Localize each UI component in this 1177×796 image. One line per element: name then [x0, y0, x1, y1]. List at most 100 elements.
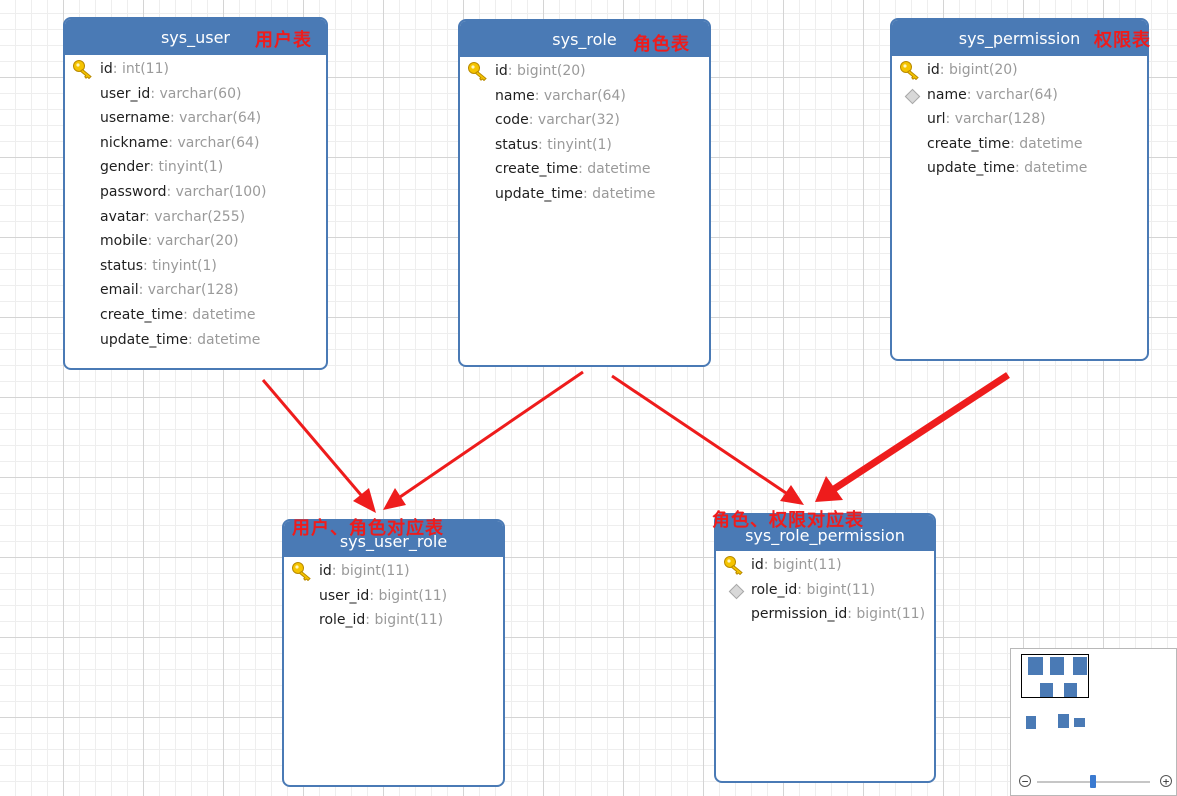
field-row[interactable]: gender: tinyint(1)	[65, 155, 326, 180]
field-name: id	[751, 557, 764, 573]
index-diamond-icon	[904, 88, 921, 104]
field-type: : bigint(11)	[365, 612, 444, 629]
field-name: name	[927, 86, 967, 103]
field-row[interactable]: user_id: bigint(11)	[284, 584, 503, 609]
key-icon	[291, 561, 313, 582]
field-row[interactable]: id: bigint(20)	[460, 59, 709, 84]
field-row[interactable]: id: bigint(11)	[284, 559, 503, 584]
field-name: create_time	[927, 135, 1011, 152]
field-type: : varchar(32)	[528, 112, 620, 129]
field-row[interactable]: user_id: varchar(60)	[65, 82, 326, 107]
zoom-control: − +	[1011, 773, 1176, 791]
field-row[interactable]: create_time: datetime	[65, 303, 326, 328]
field-row[interactable]: permission_id: bigint(11)	[716, 602, 934, 627]
field-name: user_id	[100, 85, 151, 102]
field-name: permission_id	[751, 606, 848, 623]
field-name: role_id	[319, 612, 366, 629]
table-sys-user[interactable]: sys_user id: int(11) user_id: varchar(60)…	[63, 17, 328, 370]
field-type: : varchar(64)	[966, 86, 1058, 103]
minimap-block	[1074, 718, 1085, 727]
field-type: : bigint(20)	[939, 62, 1018, 78]
field-row[interactable]: name: varchar(64)	[460, 84, 709, 109]
field-type: : datetime	[1010, 135, 1083, 152]
field-name: id	[927, 62, 940, 78]
field-row[interactable]: status: tinyint(1)	[65, 254, 326, 279]
annotation-sys-role-permission: 角色、权限对应表	[712, 510, 864, 531]
field-type: : varchar(20)	[147, 233, 239, 250]
field-type: : tinyint(1)	[149, 159, 224, 176]
field-row[interactable]: update_time: datetime	[892, 156, 1147, 181]
field-type: : varchar(128)	[945, 111, 1046, 128]
field-name: mobile	[100, 233, 148, 250]
field-type: : datetime	[183, 306, 256, 323]
field-type: : tinyint(1)	[538, 136, 612, 153]
field-list: id: bigint(11) user_id: bigint(11) role_id…	[284, 557, 503, 633]
field-name: code	[495, 112, 529, 129]
field-row[interactable]: id: bigint(20)	[892, 58, 1147, 83]
field-row[interactable]: password: varchar(100)	[65, 180, 326, 205]
field-row[interactable]: code: varchar(32)	[460, 108, 709, 133]
field-name: update_time	[100, 331, 188, 348]
outline-minimap[interactable]: − +	[1010, 648, 1177, 796]
field-name: avatar	[100, 208, 146, 225]
field-name: email	[100, 282, 139, 299]
field-name: id	[495, 63, 508, 79]
field-row[interactable]: mobile: varchar(20)	[65, 229, 326, 254]
field-type: : varchar(128)	[138, 282, 239, 299]
index-diamond-icon	[728, 583, 745, 599]
field-row[interactable]: id: int(11)	[65, 57, 326, 82]
field-type: : bigint(11)	[331, 563, 410, 579]
field-row[interactable]: role_id: bigint(11)	[284, 608, 503, 633]
annotation-sys-permission: 权限表	[1094, 30, 1151, 51]
field-type: : datetime	[582, 185, 656, 202]
minimap-block	[1058, 714, 1069, 728]
table-sys-role[interactable]: sys_role id: bigint(20) name: varchar(64)…	[458, 19, 711, 367]
zoom-out-button[interactable]: −	[1019, 775, 1031, 787]
table-sys-permission[interactable]: sys_permission id: bigint(20) name: varch…	[890, 18, 1149, 361]
field-row[interactable]: email: varchar(128)	[65, 278, 326, 303]
field-type: : varchar(100)	[166, 183, 267, 200]
field-name: status	[100, 257, 144, 274]
field-row[interactable]: url: varchar(128)	[892, 107, 1147, 132]
arrow-role-to-rolepermission	[611, 374, 804, 505]
field-type: : bigint(11)	[763, 557, 842, 573]
field-row[interactable]: status: tinyint(1)	[460, 133, 709, 158]
field-list: id: bigint(11) role_id: bigint(11) permiss…	[716, 551, 934, 627]
field-type: : datetime	[578, 161, 651, 178]
field-name: name	[495, 87, 535, 104]
minimap-viewport[interactable]	[1021, 654, 1089, 698]
field-row[interactable]: create_time: datetime	[460, 157, 709, 182]
field-name: role_id	[751, 581, 798, 598]
field-type: : varchar(64)	[534, 87, 626, 104]
field-list: id: bigint(20) name: varchar(64) code: var…	[460, 57, 709, 207]
field-row[interactable]: id: bigint(11)	[716, 553, 934, 578]
field-name: id	[100, 61, 113, 77]
field-name: update_time	[927, 160, 1015, 177]
arrow-role-to-userrole	[383, 370, 584, 510]
zoom-slider-thumb[interactable]	[1090, 775, 1096, 788]
key-icon	[72, 59, 94, 80]
field-row[interactable]: nickname: varchar(64)	[65, 131, 326, 156]
field-row[interactable]: name: varchar(64)	[892, 83, 1147, 108]
arrow-user-to-userrole	[261, 379, 376, 513]
field-row[interactable]: update_time: datetime	[65, 328, 326, 353]
annotation-sys-role: 角色表	[633, 34, 690, 55]
key-icon	[899, 60, 921, 81]
zoom-in-button[interactable]: +	[1160, 775, 1172, 787]
field-name: create_time	[495, 161, 579, 178]
field-type: : datetime	[187, 331, 261, 348]
table-sys-role-permission[interactable]: sys_role_permission id: bigint(11) role_i…	[714, 513, 936, 783]
table-sys-user-role[interactable]: sys_user_role id: bigint(11) user_id: big…	[282, 519, 505, 787]
field-row[interactable]: role_id: bigint(11)	[716, 578, 934, 603]
field-type: : bigint(20)	[507, 63, 586, 79]
field-type: : bigint(11)	[847, 606, 926, 623]
field-list: id: bigint(20) name: varchar(64) url: varc…	[892, 56, 1147, 181]
field-row[interactable]: create_time: datetime	[892, 132, 1147, 157]
field-row[interactable]: update_time: datetime	[460, 182, 709, 207]
field-type: : varchar(255)	[145, 208, 246, 225]
field-type: : bigint(11)	[369, 587, 448, 604]
field-row[interactable]: avatar: varchar(255)	[65, 205, 326, 230]
field-name: nickname	[100, 134, 169, 151]
field-row[interactable]: username: varchar(64)	[65, 106, 326, 131]
field-type: : varchar(64)	[170, 110, 262, 127]
